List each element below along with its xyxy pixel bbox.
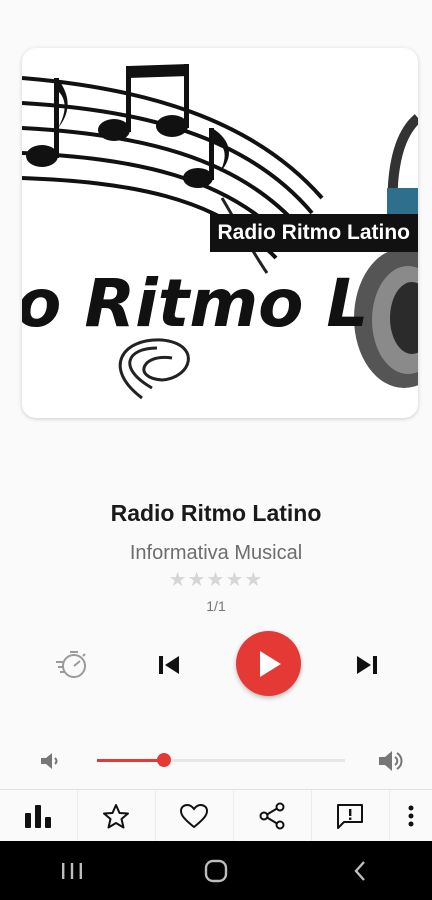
station-genre: Informativa Musical <box>129 542 303 564</box>
equalizer-icon <box>25 804 52 828</box>
feedback-icon <box>337 803 364 829</box>
recent-apps-button[interactable] <box>32 846 112 896</box>
station-counter: 1/1 <box>206 598 226 614</box>
share-button[interactable] <box>234 790 312 841</box>
volume-fill <box>97 759 164 762</box>
volume-low-icon <box>41 753 58 769</box>
sleep-timer-button[interactable] <box>52 645 92 685</box>
volume-slider[interactable] <box>97 753 345 767</box>
logo-text: o Ritmo L <box>22 265 368 342</box>
share-icon <box>259 802 285 829</box>
like-button[interactable] <box>156 790 234 841</box>
feedback-button[interactable] <box>312 790 390 841</box>
recent-apps-icon <box>62 862 82 879</box>
more-vert-icon <box>408 805 414 826</box>
star-icon <box>103 803 130 828</box>
artwork-caption: Radio Ritmo Latino <box>209 214 418 252</box>
sleep-timer-icon <box>56 651 86 678</box>
volume-high-icon <box>379 751 403 771</box>
skip-next-icon <box>357 656 377 674</box>
volume-high-button[interactable] <box>376 747 406 775</box>
system-nav-bar <box>0 841 432 900</box>
previous-button[interactable] <box>152 648 186 682</box>
skip-previous-icon <box>159 656 179 674</box>
action-toolbar <box>0 789 432 841</box>
station-title: Radio Ritmo Latino <box>110 500 322 526</box>
favorite-star-button[interactable] <box>78 790 156 841</box>
station-artwork: o Ritmo L Radio Ritmo Latino <box>22 48 418 418</box>
rating-stars[interactable]: ★★★★★ <box>0 567 432 592</box>
next-button[interactable] <box>350 648 384 682</box>
volume-thumb[interactable] <box>156 753 171 767</box>
more-options-button[interactable] <box>390 790 432 841</box>
back-icon <box>354 860 365 881</box>
equalizer-button[interactable] <box>0 790 78 841</box>
play-icon <box>259 650 281 677</box>
volume-low-button[interactable] <box>37 750 63 772</box>
heart-icon <box>180 803 209 828</box>
play-button[interactable] <box>236 631 301 696</box>
home-button[interactable] <box>176 846 256 896</box>
back-button[interactable] <box>320 846 400 896</box>
home-icon <box>204 859 228 882</box>
